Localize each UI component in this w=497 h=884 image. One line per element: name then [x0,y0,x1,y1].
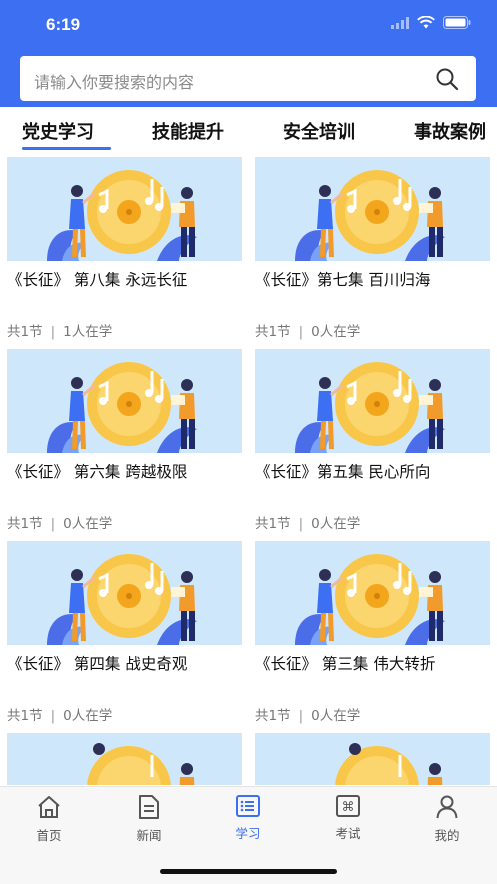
music-illustration-icon [255,541,490,645]
learner-count: 0人在学 [311,708,361,724]
wifi-icon [417,16,435,29]
lesson-count: 共1节 [7,516,43,532]
course-title[interactable]: 《长征》第五集 民心所向 [255,460,430,482]
learner-count: 0人在学 [63,708,113,724]
lesson-count: 共1节 [7,708,43,724]
music-illustration-icon [7,157,242,261]
header-bar: 6:19 请输入你要搜索的内容 [0,0,497,107]
course-thumbnail[interactable] [7,349,242,453]
course-title[interactable]: 《长征》 第四集 战史奇观 [7,652,187,674]
status-icons [391,16,471,29]
meta-separator: | [50,516,56,532]
search-box[interactable]: 请输入你要搜索的内容 [20,56,476,101]
course-meta: 共1节 | 0人在学 [255,320,360,340]
course-meta: 共1节 | 0人在学 [7,704,112,724]
home-indicator[interactable] [160,869,337,874]
signal-icon [391,16,409,29]
course-title[interactable]: 《长征》 第六集 跨越极限 [7,460,187,482]
course-title[interactable]: 《长征》 第三集 伟大转折 [255,652,435,674]
course-thumbnail[interactable] [7,541,242,645]
learner-count: 0人在学 [63,516,113,532]
lesson-count: 共1节 [255,324,291,340]
tabbar-label: 首页 [36,828,62,843]
meta-separator: | [50,708,56,724]
course-title[interactable]: 《长征》第七集 百川归海 [255,268,430,290]
course-title[interactable]: 《长征》 第八集 永远长征 [7,268,187,290]
music-illustration-icon [255,733,490,785]
lesson-count: 共1节 [255,516,291,532]
course-meta: 共1节 | 0人在学 [255,704,360,724]
tab-skills[interactable]: 技能提升 [152,118,224,144]
study-icon [236,795,260,817]
tabbar-label: 学习 [235,826,261,841]
meta-separator: | [298,516,304,532]
course-meta: 共1节 | 1人在学 [7,320,112,340]
tabbar-item-news[interactable]: 新闻 [109,795,189,844]
music-illustration-icon [7,541,242,645]
music-illustration-icon [7,733,242,785]
battery-icon [443,16,471,29]
learner-count: 1人在学 [63,324,113,340]
svg-text:⌘: ⌘ [342,800,355,815]
course-meta: 共1节 | 0人在学 [7,512,112,532]
home-icon [38,796,60,818]
tabbar-label: 考试 [335,826,361,841]
status-bar: 6:19 [0,0,497,50]
news-icon [139,795,159,819]
tabbar-item-profile[interactable]: 我的 [407,795,487,844]
tabbar-item-exam[interactable]: ⌘ 考试 [308,795,388,842]
active-tab-indicator [22,147,111,150]
music-illustration-icon [255,157,490,261]
course-thumbnail[interactable] [7,157,242,261]
course-thumbnail[interactable] [255,733,490,785]
course-thumbnail[interactable] [255,541,490,645]
learner-count: 0人在学 [311,516,361,532]
tab-accident-cases[interactable]: 事故案例 [414,118,486,144]
meta-separator: | [298,708,304,724]
learner-count: 0人在学 [311,324,361,340]
course-thumbnail[interactable] [255,157,490,261]
music-illustration-icon [255,349,490,453]
profile-icon [436,795,458,819]
meta-separator: | [50,324,56,340]
tab-safety-training[interactable]: 安全培训 [283,118,355,144]
lesson-count: 共1节 [7,324,43,340]
course-meta: 共1节 | 0人在学 [255,512,360,532]
tabbar-label: 新闻 [136,828,162,843]
tabbar-label: 我的 [434,828,460,843]
course-thumbnail[interactable] [7,733,242,785]
tab-party-history[interactable]: 党史学习 [22,118,94,144]
meta-separator: | [298,324,304,340]
search-placeholder[interactable]: 请输入你要搜索的内容 [34,69,194,93]
course-thumbnail[interactable] [255,349,490,453]
lesson-count: 共1节 [255,708,291,724]
music-illustration-icon [7,349,242,453]
status-time: 6:19 [46,15,81,34]
tabbar-item-study[interactable]: 学习 [208,795,288,842]
tabbar-item-home[interactable]: 首页 [9,795,89,844]
search-icon[interactable] [435,67,459,91]
exam-icon: ⌘ [336,795,360,817]
course-grid: 《长征》 第八集 永远长征 共1节 | 1人在学 《长征》第七集 百川归海 共1… [0,155,497,785]
